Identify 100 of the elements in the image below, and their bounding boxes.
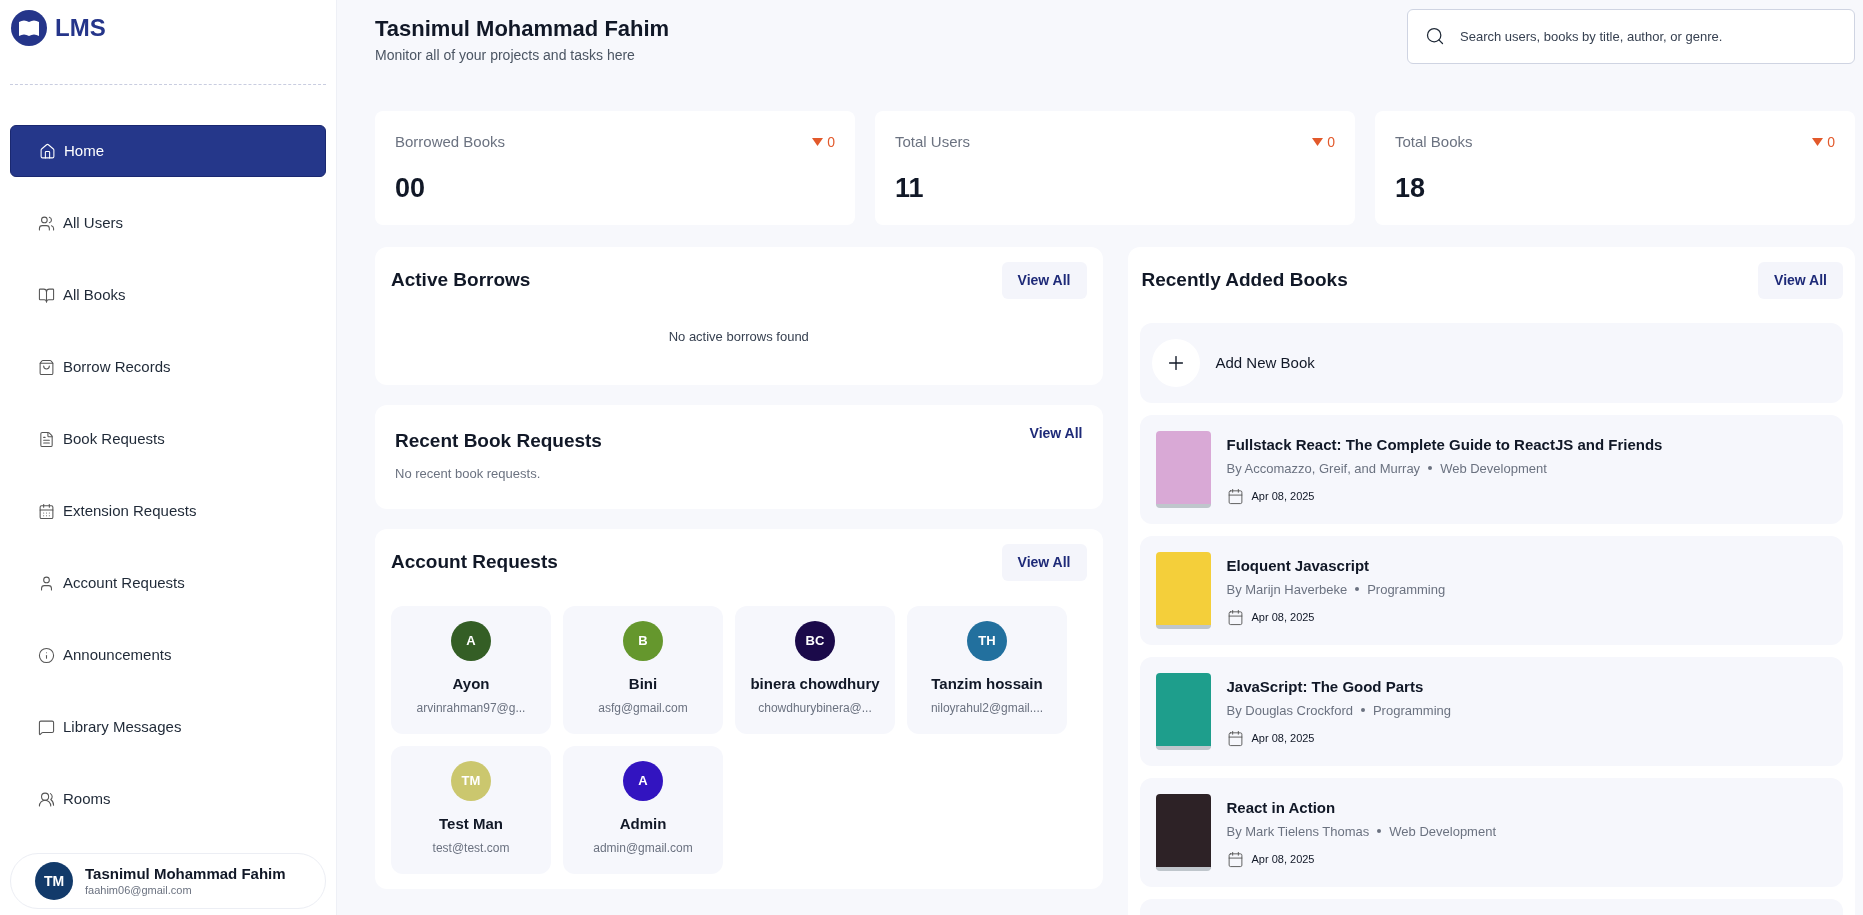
user-icon — [38, 574, 55, 592]
user-request-card[interactable]: B Bini asfg@gmail.com — [563, 606, 723, 734]
stat-value: 11 — [895, 171, 925, 205]
view-all-button[interactable]: View All — [1029, 423, 1083, 444]
user-email: test@test.com — [432, 839, 510, 857]
profile-email: faahim06@gmail.com — [85, 883, 193, 898]
book-genre: Web Development — [1389, 822, 1497, 841]
book-card[interactable]: React in Action By Mark Tielens Thomas Web Development Apr 08, 2025 — [1139, 778, 1843, 887]
stat-value: 00 — [395, 171, 427, 205]
book-author: By Accomazzo, Greif, and Murray — [1226, 459, 1421, 478]
user-avatar: BC — [795, 621, 835, 661]
book-title: React in Action — [1226, 798, 1337, 818]
card-title: Recently Added Books — [1141, 268, 1348, 292]
stat-value: 18 — [1395, 171, 1427, 205]
card-title: Active Borrows — [391, 268, 531, 292]
profile-name: Tasnimul Mohammad Fahim — [85, 864, 286, 884]
book-date: Apr 08, 2025 — [1251, 731, 1315, 747]
calendar-icon — [38, 502, 55, 520]
sidebar-item[interactable]: Home — [10, 125, 326, 177]
book-title: Eloquent Javascript — [1226, 556, 1371, 576]
user-avatar: A — [451, 621, 491, 661]
sidebar-item[interactable]: Extension Requests — [10, 485, 326, 537]
user-request-card[interactable]: BC binera chowdhury chowdhurybinera@... — [735, 606, 895, 734]
book-author: By Marijn Haverbeke — [1226, 580, 1348, 599]
bag-icon — [38, 358, 55, 376]
logo-icon — [11, 10, 47, 46]
user-request-card[interactable]: A Ayon arvinrahman97@g... — [391, 606, 551, 734]
sidebar-item[interactable]: All Users — [10, 197, 326, 249]
sidebar-item[interactable]: All Books — [10, 269, 326, 321]
user-name: Tanzim hossain — [931, 674, 1043, 694]
user-email: asfg@gmail.com — [598, 699, 688, 717]
user-name: Admin — [619, 814, 667, 834]
book-title: JavaScript: The Good Parts — [1226, 677, 1425, 697]
stat-label: Borrowed Books — [395, 132, 506, 152]
user-email: admin@gmail.com — [593, 839, 693, 857]
card-title: Account Requests — [391, 550, 558, 574]
book-genre: Programming — [1372, 701, 1451, 720]
sidebar-item[interactable]: Borrow Records — [10, 341, 326, 393]
view-all-button[interactable]: View All — [1758, 262, 1843, 299]
sidebar-item[interactable]: Book Requests — [10, 413, 326, 465]
view-all-button[interactable]: View All — [1001, 262, 1087, 299]
stat-label: Total Users — [895, 132, 971, 152]
user-email: arvinrahman97@g... — [416, 699, 526, 717]
user-name: Ayon — [452, 674, 490, 694]
stat-trend: 0 — [1827, 132, 1835, 152]
book-icon — [38, 286, 55, 304]
card-title: Recent Book Requests — [395, 429, 602, 453]
book-card[interactable]: JavaScript: The Good Parts By Douglas Crockford Programming Apr 08, 2025 — [1139, 657, 1843, 766]
search-field[interactable]: Search users, books by title, author, or genre. — [1407, 9, 1855, 64]
down-triangle-icon — [1812, 138, 1824, 147]
stat-trend: 0 — [1327, 132, 1335, 152]
user-name: binera chowdhury — [750, 674, 880, 694]
user-avatar: TM — [451, 761, 491, 801]
sidebar-item[interactable]: Account Requests — [10, 557, 326, 609]
user-avatar: A — [623, 761, 663, 801]
user-request-card[interactable]: TH Tanzim hossain niloyrahul2@gmail.... — [907, 606, 1067, 734]
book-genre: Web Development — [1440, 459, 1547, 478]
book-date: Apr 08, 2025 — [1251, 610, 1315, 626]
user-avatar: B — [623, 621, 663, 661]
empty-message: No recent book requests. — [395, 464, 542, 483]
view-all-button[interactable]: View All — [1001, 544, 1087, 581]
stat-label: Total Books — [1395, 132, 1473, 152]
add-book-button[interactable]: Add New Book — [1139, 323, 1843, 403]
book-genre: Programming — [1367, 580, 1446, 599]
user-avatar: TH — [967, 621, 1007, 661]
book-date: Apr 08, 2025 — [1251, 852, 1315, 868]
search-icon — [1425, 26, 1445, 46]
group-icon — [38, 790, 55, 808]
info-icon — [38, 646, 55, 664]
user-request-card[interactable]: A Admin admin@gmail.com — [563, 746, 723, 874]
user-email: niloyrahul2@gmail.... — [930, 699, 1044, 717]
document-icon — [38, 430, 55, 448]
empty-message: No active borrows found — [667, 328, 810, 346]
profile-avatar: TM — [35, 862, 73, 900]
calendar-icon — [1226, 488, 1244, 505]
page-title: Tasnimul Mohammad Fahim — [375, 15, 670, 43]
users-icon — [38, 214, 55, 232]
sidebar-item[interactable]: Library Messages — [10, 701, 326, 753]
down-triangle-icon — [1312, 138, 1324, 147]
book-author: By Douglas Crockford — [1226, 701, 1353, 720]
calendar-icon — [1226, 609, 1244, 626]
stat-trend: 0 — [827, 132, 835, 152]
user-name: Bini — [628, 674, 658, 694]
page-subtitle: Monitor all of your projects and tasks here — [375, 46, 636, 65]
home-icon — [39, 142, 56, 160]
message-icon — [38, 718, 55, 736]
calendar-icon — [1226, 730, 1244, 747]
book-title: Fullstack React: The Complete Guide to ReactJS and Friends — [1226, 435, 1663, 455]
book-author: By Mark Tielens Thomas — [1226, 822, 1370, 841]
book-card[interactable]: Eloquent Javascript By Marijn Haverbeke Programming Apr 08, 2025 — [1139, 536, 1843, 645]
user-name: Test Man — [439, 814, 503, 834]
user-request-card[interactable]: TM Test Man test@test.com — [391, 746, 551, 874]
book-card[interactable]: Fullstack React: The Complete Guide to ReactJS and Friends By Accomazzo, Greif, and Murray Web Development Apr 08, 2025 — [1139, 415, 1843, 524]
sidebar-item[interactable]: Rooms — [10, 773, 326, 825]
brand-name: LMS — [55, 13, 106, 43]
down-triangle-icon — [812, 138, 824, 147]
calendar-icon — [1226, 851, 1244, 868]
user-email: chowdhurybinera@... — [758, 699, 872, 717]
book-date: Apr 08, 2025 — [1251, 489, 1315, 505]
sidebar-item[interactable]: Announcements — [10, 629, 326, 681]
